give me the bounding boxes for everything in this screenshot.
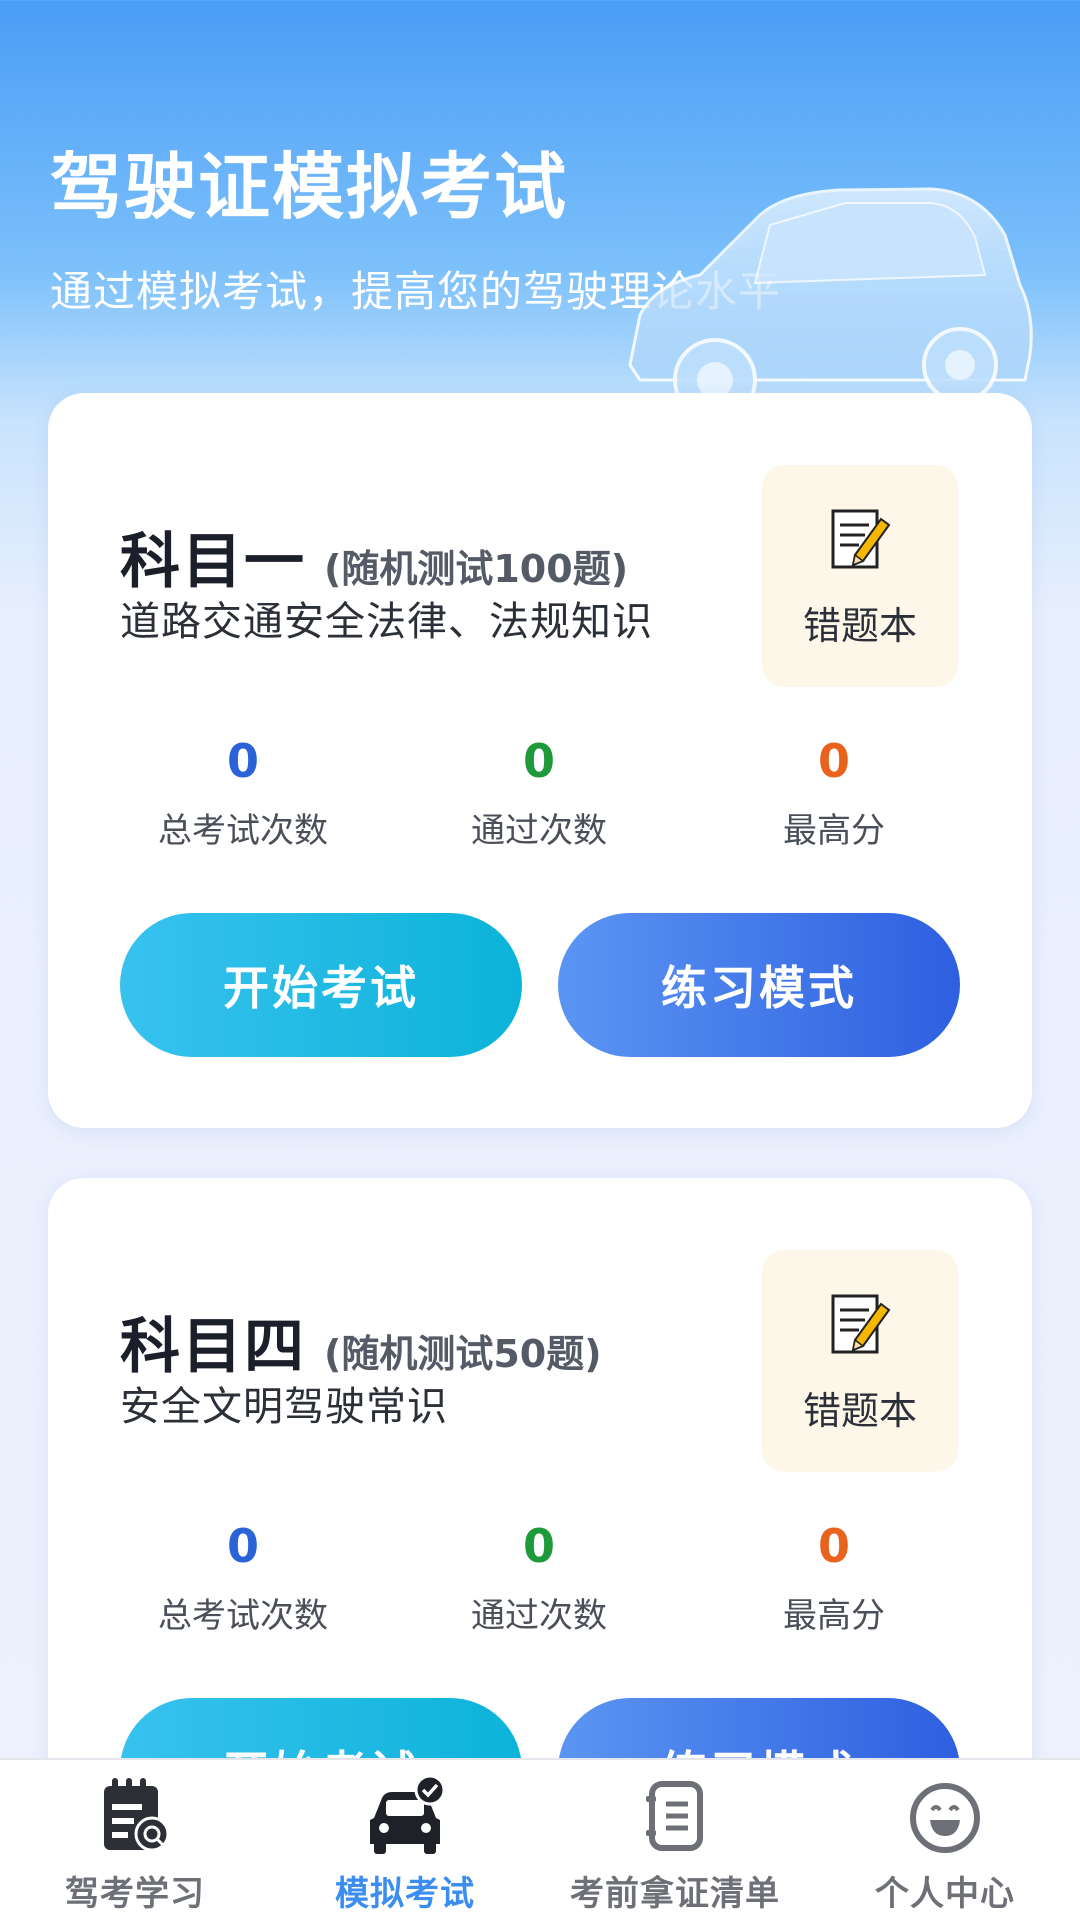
subject-title: 科目四 (随机测试50题) [120,1298,602,1385]
subject-note: (随机测试100题) [324,547,629,591]
stat-high-score: 0 最高分 [704,733,964,852]
subject-card-1: 科目一 (随机测试100题) 道路交通安全法律、法规知识 错题本 0 总考试次数… [48,393,1032,1128]
wrong-book-label: 错题本 [802,1389,917,1433]
car-check-icon [370,1774,446,1854]
subject-description: 道路交通安全法律、法规知识 [120,599,653,645]
nav-item-profile[interactable]: 个人中心 [810,1760,1080,1920]
start-exam-button[interactable]: 开始考试 [120,913,522,1057]
page-title: 驾驶证模拟考试 [50,145,569,229]
stat-label: 通过次数 [471,1596,607,1636]
stats-row: 0 总考试次数 0 通过次数 0 最高分 [48,733,1032,863]
stat-label: 最高分 [783,811,885,851]
stat-total-exams: 0 总考试次数 [113,733,373,852]
nav-item-checklist[interactable]: 考前拿证清单 [540,1760,810,1920]
stat-label: 最高分 [783,1596,885,1636]
bottom-nav-bar: 驾考学习 模拟考试 考前拿证清单 个人中心 [0,1758,1080,1920]
stat-value: 0 [817,1519,850,1573]
stat-label: 通过次数 [471,811,607,851]
nav-label: 考前拿证清单 [570,1874,780,1914]
stat-value: 0 [522,734,555,788]
notebook-pencil-icon [831,509,891,569]
notebook-pencil-icon [831,1294,891,1354]
checklist-icon [646,1781,703,1851]
subject-name: 科目一 [120,527,306,597]
study-calendar-icon [104,1778,170,1852]
subject-note: (随机测试50题) [324,1332,602,1376]
stat-value: 0 [226,1519,259,1573]
nav-item-study[interactable]: 驾考学习 [0,1760,270,1920]
stat-passed: 0 通过次数 [409,1518,669,1637]
stat-total-exams: 0 总考试次数 [113,1518,373,1637]
header-banner: 驾驶证模拟考试 通过模拟考试，提高您的驾驶理论水平 [0,0,1080,400]
wrong-book-label: 错题本 [802,604,917,648]
car-illustration [628,187,1033,400]
nav-item-mock-exam[interactable]: 模拟考试 [270,1760,540,1920]
stat-label: 总考试次数 [158,811,328,851]
practice-mode-button[interactable]: 练习模式 [558,913,960,1057]
subject-name: 科目四 [120,1312,306,1382]
stat-label: 总考试次数 [158,1596,328,1636]
nav-label: 模拟考试 [335,1874,475,1914]
smiley-face-icon [910,1783,980,1853]
stat-value: 0 [817,734,850,788]
wrong-book-button[interactable]: 错题本 [762,465,958,687]
nav-label: 个人中心 [875,1874,1015,1914]
stat-passed: 0 通过次数 [409,733,669,852]
stats-row: 0 总考试次数 0 通过次数 0 最高分 [48,1518,1032,1648]
stat-value: 0 [226,734,259,788]
subject-title: 科目一 (随机测试100题) [120,513,628,600]
stat-high-score: 0 最高分 [704,1518,964,1637]
subject-description: 安全文明驾驶常识 [120,1384,448,1430]
nav-label: 驾考学习 [65,1874,205,1914]
wrong-book-button[interactable]: 错题本 [762,1250,958,1472]
stat-value: 0 [522,1519,555,1573]
